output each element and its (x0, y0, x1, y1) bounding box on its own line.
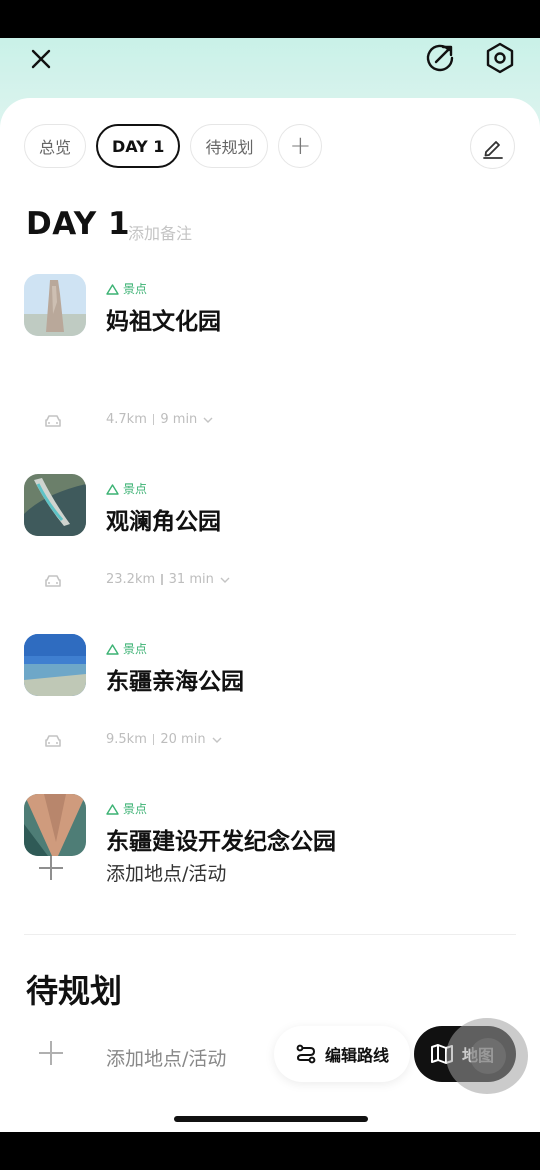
share-button[interactable] (422, 40, 458, 76)
section-divider (24, 934, 516, 935)
leg-info: 4.7km 9 min (106, 412, 213, 427)
poi-name: 妈祖文化园 (106, 309, 221, 335)
tab-overview[interactable]: 总览 (24, 124, 87, 168)
edit-route-label: 编辑路线 (324, 1046, 389, 1065)
plus-icon (38, 854, 64, 886)
add-unplanned-label: 添加地点/活动 (106, 1048, 227, 1070)
separator (152, 414, 155, 425)
leg-distance: 23.2km (106, 572, 156, 587)
add-place-label: 添加地点/活动 (106, 863, 227, 885)
route-leg[interactable]: 23.2km 31 min (24, 570, 424, 594)
mountain-icon (106, 483, 119, 495)
leg-distance: 9.5km (106, 732, 147, 747)
plus-icon (38, 1039, 64, 1071)
map-button[interactable]: 地图 (414, 1026, 516, 1082)
poi-name: 东疆亲海公园 (106, 669, 244, 695)
day-title: DAY 1 (26, 206, 131, 242)
tab-day-1[interactable]: DAY 1 (96, 124, 181, 168)
day-note-field[interactable]: 添加备注 (128, 220, 192, 244)
poi-category-label: 景点 (123, 642, 148, 656)
leg-distance: 4.7km (106, 412, 147, 427)
car-icon (45, 735, 61, 747)
map-icon (431, 1044, 453, 1064)
poi-category-label: 景点 (123, 802, 148, 816)
edit-button[interactable] (470, 124, 515, 169)
poi-item[interactable]: 景点 东疆建设开发纪念公园 (24, 794, 504, 856)
share-arrow-icon (426, 44, 454, 72)
poi-thumbnail (24, 634, 86, 696)
mountain-icon (106, 283, 119, 295)
edit-route-button[interactable]: 编辑路线 (274, 1026, 410, 1082)
poi-category: 景点 (106, 480, 147, 497)
chevron-down-icon (212, 737, 222, 743)
close-icon (31, 49, 51, 69)
chevron-down-icon (203, 417, 213, 423)
home-indicator[interactable] (174, 1116, 368, 1122)
poi-name: 观澜角公园 (106, 509, 221, 535)
poi-thumbnail (24, 794, 86, 856)
settings-button[interactable] (482, 40, 518, 76)
leg-info: 9.5km 20 min (106, 732, 222, 747)
route-icon (296, 1044, 316, 1064)
itinerary-sheet: 总览 DAY 1 待规划 + DAY 1 添加备注 景点 妈祖文化园 4.7km… (0, 98, 540, 1132)
hexagon-gear-icon (486, 42, 514, 74)
poi-category: 景点 (106, 640, 147, 657)
leg-info: 23.2km 31 min (106, 572, 230, 587)
poi-thumbnail (24, 474, 86, 536)
car-icon (45, 575, 61, 587)
poi-thumbnail (24, 274, 86, 336)
tab-unplanned[interactable]: 待规划 (190, 124, 269, 168)
mountain-icon (106, 803, 119, 815)
add-day-button[interactable]: + (278, 124, 323, 168)
separator (161, 574, 163, 585)
poi-category: 景点 (106, 800, 147, 817)
poi-item[interactable]: 景点 妈祖文化园 (24, 274, 504, 336)
close-button[interactable] (24, 42, 58, 76)
chevron-down-icon (220, 577, 230, 583)
poi-item[interactable]: 景点 观澜角公园 (24, 474, 504, 536)
poi-category-label: 景点 (123, 282, 148, 296)
leg-duration: 20 min (160, 732, 206, 747)
poi-category: 景点 (106, 280, 147, 297)
day-tabs: 总览 DAY 1 待规划 + (24, 124, 323, 168)
poi-category-label: 景点 (123, 482, 148, 496)
car-icon (45, 415, 61, 427)
route-leg[interactable]: 4.7km 9 min (24, 410, 424, 434)
leg-duration: 31 min (168, 572, 214, 587)
add-place-button[interactable]: 添加地点/活动 (24, 850, 324, 890)
poi-item[interactable]: 景点 东疆亲海公园 (24, 634, 504, 696)
mountain-icon (106, 643, 119, 655)
separator (152, 734, 155, 745)
leg-duration: 9 min (160, 412, 198, 427)
unplanned-title: 待规划 (26, 972, 123, 1010)
itinerary-screen: 总览 DAY 1 待规划 + DAY 1 添加备注 景点 妈祖文化园 4.7km… (0, 38, 540, 1132)
map-label: 地图 (462, 1046, 495, 1065)
route-leg[interactable]: 9.5km 20 min (24, 730, 424, 754)
pencil-icon (482, 140, 503, 159)
